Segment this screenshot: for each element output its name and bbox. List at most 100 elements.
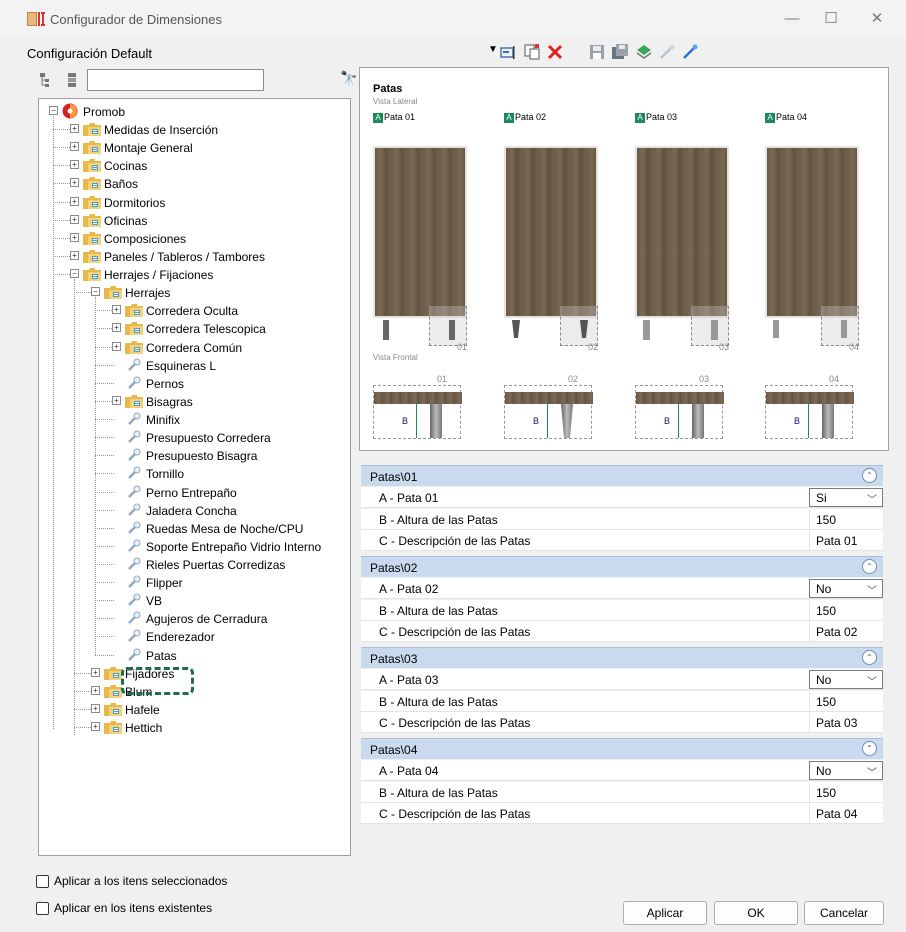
expander-toggle[interactable]: + — [91, 703, 100, 713]
tree-item[interactable]: Agujeros de Cerradura — [39, 609, 349, 627]
tree-item[interactable]: + Corredera Común — [39, 338, 349, 356]
copy-config-icon[interactable] — [523, 43, 541, 61]
property-value-input[interactable]: 150 — [809, 509, 883, 529]
tree-item[interactable]: + Blum — [39, 682, 349, 700]
property-select[interactable]: No ﹀ — [809, 579, 883, 598]
property-select[interactable]: Si ﹀ — [809, 488, 883, 507]
property-value-input[interactable]: Pata 04 — [809, 804, 883, 823]
save-icon[interactable] — [588, 43, 606, 61]
save-as-icon[interactable] — [611, 43, 629, 61]
collapse-all-icon[interactable] — [64, 72, 80, 88]
search-icon[interactable]: 🔭 — [340, 70, 357, 87]
tree-item[interactable]: + Fijadores — [39, 664, 349, 682]
close-button[interactable]: ✕ — [862, 6, 892, 32]
tree-search-input[interactable] — [87, 69, 264, 91]
tree-item[interactable]: + Montaje General — [39, 138, 349, 156]
property-value-input[interactable]: Pata 03 — [809, 713, 883, 732]
edit-dimension-icon[interactable] — [681, 43, 699, 61]
property-row: B - Altura de las Patas 150 — [361, 599, 883, 621]
configuration-selector[interactable]: Configuración Default ▼ — [25, 40, 903, 66]
expander-toggle[interactable]: − — [91, 287, 100, 297]
tree-item[interactable]: − Promob — [39, 102, 349, 120]
ok-button[interactable]: OK — [714, 901, 798, 925]
dropdown-arrow-icon[interactable]: ▼ — [488, 44, 498, 55]
apply-selected-checkbox[interactable] — [36, 875, 49, 888]
cancel-button[interactable]: Cancelar — [804, 901, 884, 925]
section-header[interactable]: Patas\02 ⌃ — [361, 556, 883, 577]
tree-item[interactable]: + Corredera Telescopica — [39, 319, 349, 337]
expander-toggle[interactable]: + — [70, 124, 79, 134]
section-header[interactable]: Patas\04 ⌃ — [361, 738, 883, 759]
tree-item[interactable]: + Composiciones — [39, 229, 349, 247]
tree-item[interactable]: + Oficinas — [39, 211, 349, 229]
property-value-input[interactable]: Pata 01 — [809, 531, 883, 550]
tree-item[interactable]: Flipper — [39, 573, 349, 591]
tree-item[interactable]: − Herrajes — [39, 283, 349, 301]
expander-toggle[interactable]: + — [70, 160, 79, 170]
import-icon[interactable] — [635, 43, 653, 61]
tree-item[interactable]: + Dormitorios — [39, 193, 349, 211]
property-row: C - Descripción de las Patas Pata 02 — [361, 621, 883, 642]
tree-item[interactable]: Presupuesto Bisagra — [39, 446, 349, 464]
tree-item[interactable]: Presupuesto Corredera — [39, 428, 349, 446]
expander-toggle[interactable]: + — [70, 232, 79, 242]
collapse-chevron-icon[interactable]: ⌃ — [862, 650, 877, 665]
expander-toggle[interactable]: + — [91, 667, 100, 677]
tree-item[interactable]: + Corredera Oculta — [39, 301, 349, 319]
section-header[interactable]: Patas\03 ⌃ — [361, 647, 883, 668]
property-row: A - Pata 03 No ﹀ — [361, 669, 883, 690]
collapse-chevron-icon[interactable]: ⌃ — [862, 468, 877, 483]
expander-toggle[interactable]: + — [91, 685, 100, 695]
tree-item[interactable]: + Cocinas — [39, 156, 349, 174]
tree-item[interactable]: + Baños — [39, 174, 349, 192]
tree-item[interactable]: Pernos — [39, 374, 349, 392]
tree-item[interactable]: Soporte Entrepaño Vidrio Interno — [39, 537, 349, 555]
expander-toggle[interactable]: + — [70, 214, 79, 224]
expander-toggle[interactable]: + — [70, 178, 79, 188]
apply-existing-checkbox[interactable] — [36, 902, 49, 915]
tree-item[interactable]: Patas — [39, 646, 349, 664]
side-leg-right — [449, 320, 455, 340]
property-value-input[interactable]: 150 — [809, 600, 883, 620]
tree-item[interactable]: Tornillo — [39, 464, 349, 482]
tree-item[interactable]: Jaladera Concha — [39, 501, 349, 519]
property-value-input[interactable]: 150 — [809, 782, 883, 802]
apply-button[interactable]: Aplicar — [623, 901, 707, 925]
expander-toggle[interactable]: − — [70, 269, 79, 279]
collapse-chevron-icon[interactable]: ⌃ — [862, 559, 877, 574]
tree-item[interactable]: + Hafele — [39, 700, 349, 718]
section-header[interactable]: Patas\01 ⌃ — [361, 465, 883, 486]
delete-config-icon[interactable] — [546, 43, 564, 61]
tree-item[interactable]: Enderezador — [39, 627, 349, 645]
property-select[interactable]: No ﹀ — [809, 670, 883, 689]
expander-toggle[interactable]: + — [91, 722, 100, 732]
tree-item[interactable]: Esquineras L — [39, 356, 349, 374]
tree-item[interactable]: Ruedas Mesa de Noche/CPU — [39, 519, 349, 537]
maximize-button[interactable]: ☐ — [816, 6, 846, 32]
expand-all-icon[interactable] — [39, 72, 55, 88]
collapse-chevron-icon[interactable]: ⌃ — [862, 741, 877, 756]
minimize-button[interactable]: — — [777, 6, 807, 32]
rename-config-icon[interactable] — [499, 43, 517, 61]
tree-item[interactable]: Rieles Puertas Corredizas — [39, 555, 349, 573]
pick-dimension-icon[interactable] — [658, 43, 676, 61]
expander-toggle[interactable]: + — [70, 142, 79, 152]
tree-item[interactable]: Perno Entrepaño — [39, 483, 349, 501]
expander-toggle[interactable]: + — [112, 341, 121, 351]
property-select[interactable]: No ﹀ — [809, 761, 883, 780]
expander-toggle[interactable]: + — [112, 305, 121, 315]
tree-item[interactable]: + Paneles / Tableros / Tambores — [39, 247, 349, 265]
expander-toggle[interactable]: + — [112, 395, 121, 405]
tree-item[interactable]: Minifix — [39, 410, 349, 428]
tree-item[interactable]: + Bisagras — [39, 392, 349, 410]
tree-item[interactable]: − Herrajes / Fijaciones — [39, 265, 349, 283]
tree-item[interactable]: + Medidas de Inserción — [39, 120, 349, 138]
tree-item[interactable]: + Hettich — [39, 718, 349, 736]
tree-item[interactable]: VB — [39, 591, 349, 609]
property-value-input[interactable]: Pata 02 — [809, 622, 883, 641]
expander-toggle[interactable]: + — [112, 323, 121, 333]
expander-toggle[interactable]: − — [49, 106, 58, 115]
property-value-input[interactable]: 150 — [809, 691, 883, 711]
expander-toggle[interactable]: + — [70, 196, 79, 206]
expander-toggle[interactable]: + — [70, 250, 79, 260]
